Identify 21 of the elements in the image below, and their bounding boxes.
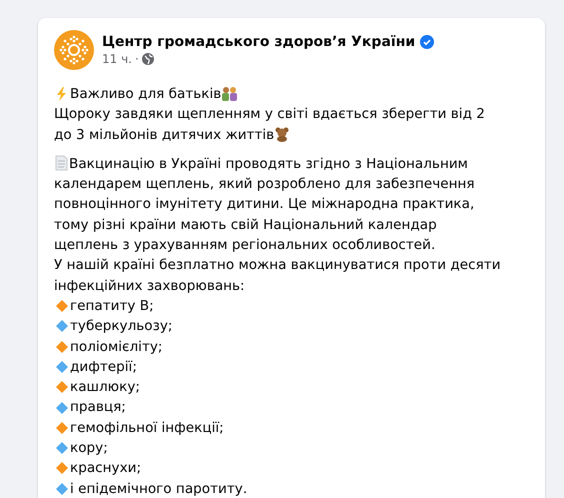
globe-icon[interactable] [142,53,154,65]
list-item: гемофільної інфекції; [70,418,224,438]
teddy-bear-icon [274,126,290,142]
list-item: туберкульозу; [70,317,172,336]
list-item: кашлюку; [70,378,140,398]
family-icon [221,86,238,102]
list-item: краснухи; [70,459,142,478]
paragraph-text: Вакцинацію в Україні проводять згідно з Національним календарем щеплень, який розроблено для забезпечення повноцінного імунітету дитини. Це міжнародна практика, тому різні країни мають свій Національний календар щеплень з урахуванням регіональних особливостей. [54,154,476,256]
list-item: дифтерії; [70,358,137,377]
headline: Важливо для батьків [70,85,222,104]
list-intro: У нашій країні безплатно можна вакцинуватися проти десяти інфекційних захворювань: [54,256,502,296]
list-item: правця; [70,398,126,418]
list-item: і епідемічного паротиту. [70,480,248,498]
page-icon [54,154,69,171]
list-item: кору; [70,439,108,458]
list-item: поліомієліту; [70,338,162,357]
author-name[interactable]: Центр громадського здоров’я України [102,34,416,50]
list-item: гепатиту В; [70,296,154,316]
separator: · [135,52,139,66]
post-time[interactable]: 11 ч. [102,52,132,66]
intro-text: Щороку завдяки щепленням у світі вдається зберегти від 2 до 3 мільйонів дитячих життів [54,105,486,145]
